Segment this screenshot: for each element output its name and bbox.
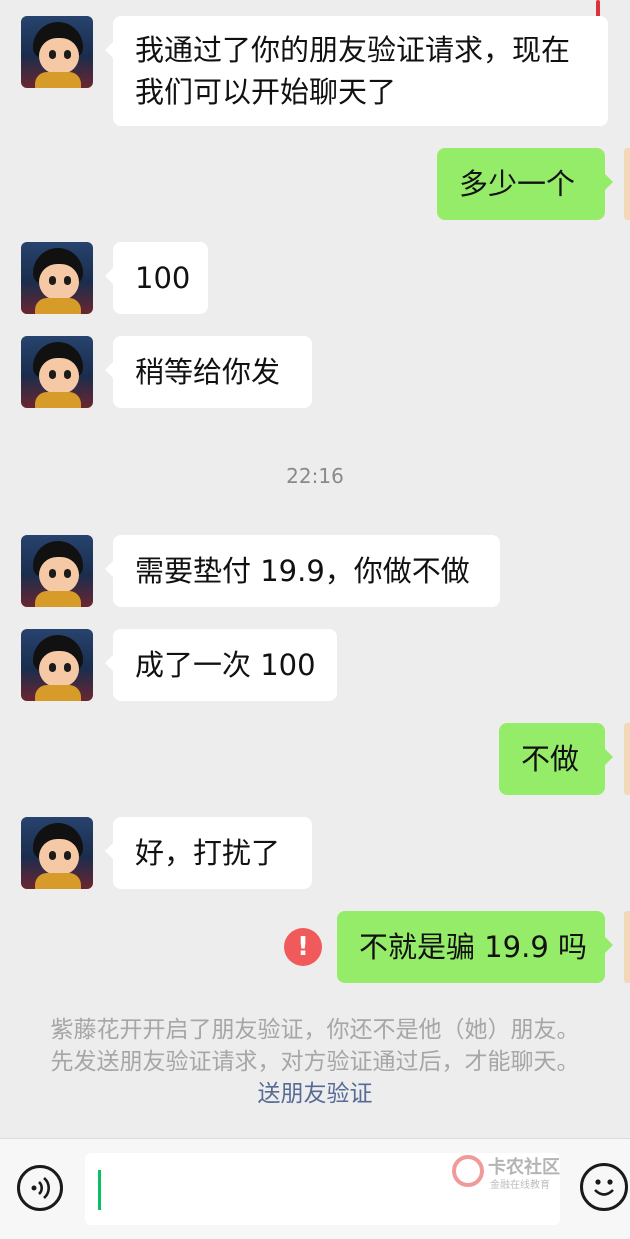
my-avatar[interactable] xyxy=(624,723,630,795)
send-verification-link[interactable]: 送朋友验证 xyxy=(0,1078,630,1110)
message-bubble-incoming[interactable]: 好，打扰了 xyxy=(105,817,312,889)
voice-icon[interactable] xyxy=(17,1165,63,1211)
timestamp: 22:16 xyxy=(286,464,344,488)
message-text: 多少一个 xyxy=(459,167,576,201)
message-bubble-incoming[interactable]: 成了一次 100 xyxy=(105,629,337,701)
message-text: 成了一次 100 xyxy=(135,648,316,682)
message-text: 不做 xyxy=(521,742,580,776)
contact-avatar[interactable] xyxy=(21,535,93,607)
watermark-subtitle: 金融在线教育 xyxy=(490,1180,550,1191)
message-text: 需要垫付 19.9，你做不做 xyxy=(135,554,470,588)
emoji-icon[interactable] xyxy=(580,1163,628,1211)
watermark-icon xyxy=(452,1155,484,1187)
emoji-icon-glyph xyxy=(594,1179,614,1196)
contact-avatar[interactable] xyxy=(21,16,93,88)
message-bubble-incoming[interactable]: 100 xyxy=(105,242,208,314)
message-bubble-outgoing[interactable]: 不就是骗 19.9 吗 xyxy=(337,911,613,983)
contact-avatar[interactable] xyxy=(21,242,93,314)
my-avatar[interactable] xyxy=(624,911,630,983)
message-bubble-incoming[interactable]: 稍等给你发 xyxy=(105,336,312,408)
voice-icon-glyph xyxy=(31,1177,50,1199)
contact-avatar[interactable] xyxy=(21,817,93,889)
message-bubble-outgoing[interactable]: 不做 xyxy=(499,723,613,795)
message-text-line: 我们可以开始聊天了 xyxy=(135,75,397,109)
my-avatar[interactable] xyxy=(624,148,630,220)
message-text: 稍等给你发 xyxy=(135,355,281,389)
message-text: 100 xyxy=(135,261,191,295)
message-text: 好，打扰了 xyxy=(135,836,281,870)
send-failed-icon[interactable]: ! xyxy=(284,928,322,966)
contact-avatar[interactable] xyxy=(21,336,93,408)
chat-area: 我通过了你的朋友验证请求，现在 我们可以开始聊天了 多少一个 100 稍等给你发… xyxy=(0,0,630,1138)
message-text: 不就是骗 19.9 吗 xyxy=(359,930,588,964)
message-text-line: 我通过了你的朋友验证请求，现在 xyxy=(135,33,571,67)
message-bubble-outgoing[interactable]: 多少一个 xyxy=(437,148,613,220)
watermark-logo: 卡农社区 金融在线教育 xyxy=(450,1153,570,1193)
input-bar: 卡农社区 金融在线教育 xyxy=(0,1138,630,1239)
contact-avatar[interactable] xyxy=(21,629,93,701)
message-bubble-incoming[interactable]: 需要垫付 19.9，你做不做 xyxy=(105,535,500,607)
message-bubble-incoming[interactable]: 我通过了你的朋友验证请求，现在 我们可以开始聊天了 xyxy=(105,16,608,126)
system-notice-line: 紫藤花开开启了朋友验证，你还不是他（她）朋友。 xyxy=(50,1017,580,1043)
system-notice-line: 先发送朋友验证请求，对方验证通过后，才能聊天。 xyxy=(50,1049,580,1075)
text-caret xyxy=(98,1170,101,1210)
